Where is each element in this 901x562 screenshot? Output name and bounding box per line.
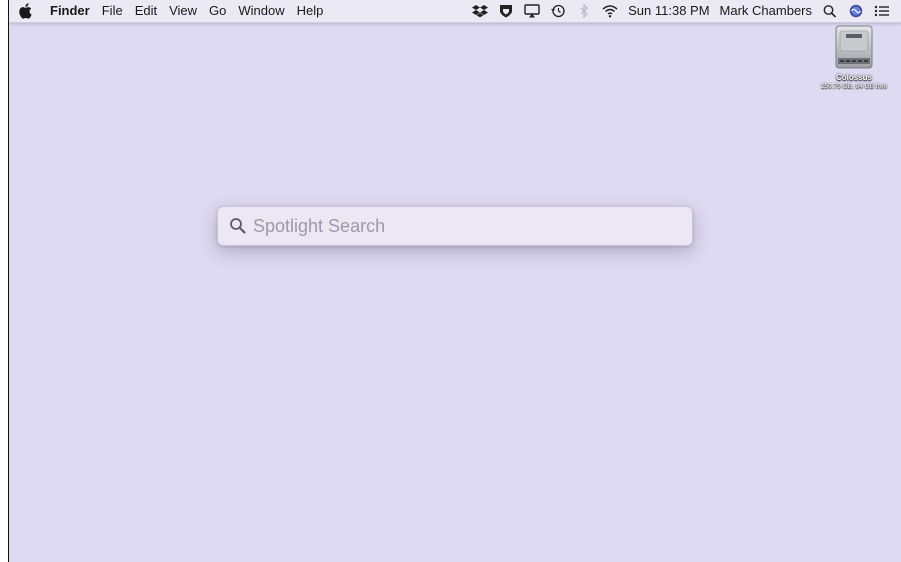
drive-info: 250.79 GB, 84 GB free <box>820 83 888 90</box>
apple-logo-icon[interactable] <box>18 3 32 19</box>
menu-user-name[interactable]: Mark Chambers <box>715 0 817 22</box>
menu-bar: Finder File Edit View Go Window Help Sun… <box>9 0 901 23</box>
desktop-drive[interactable]: Colossus 250.79 GB, 84 GB free <box>809 24 899 90</box>
bluetooth-icon[interactable] <box>576 4 592 18</box>
notification-center-icon[interactable] <box>874 4 890 18</box>
wifi-icon[interactable] <box>602 4 618 18</box>
desktop: Finder File Edit View Go Window Help Sun… <box>9 0 901 562</box>
spotlight-search-input[interactable] <box>253 211 673 241</box>
menu-window[interactable]: Window <box>232 0 290 22</box>
drive-name: Colossus <box>835 73 872 82</box>
airplay-icon[interactable] <box>524 4 540 18</box>
spotlight-search-bar[interactable] <box>217 206 693 246</box>
dropbox-icon[interactable] <box>472 4 489 18</box>
menu-view[interactable]: View <box>163 0 203 22</box>
search-icon <box>230 218 246 234</box>
menu-clock[interactable]: Sun 11:38 PM <box>623 0 714 22</box>
siri-icon[interactable] <box>848 4 864 18</box>
menu-edit[interactable]: Edit <box>129 0 163 22</box>
hard-drive-icon[interactable] <box>834 24 874 70</box>
menu-bar-tray: Sun 11:38 PM Mark Chambers <box>467 0 895 22</box>
time-machine-icon[interactable] <box>550 4 566 18</box>
menu-help[interactable]: Help <box>291 0 330 22</box>
menu-go[interactable]: Go <box>203 0 232 22</box>
menu-bar-left: Finder File Edit View Go Window Help <box>9 0 329 22</box>
menu-app-name[interactable]: Finder <box>44 0 96 22</box>
menu-file[interactable]: File <box>96 0 129 22</box>
shield-icon[interactable] <box>498 4 514 18</box>
search-icon[interactable] <box>822 4 838 18</box>
